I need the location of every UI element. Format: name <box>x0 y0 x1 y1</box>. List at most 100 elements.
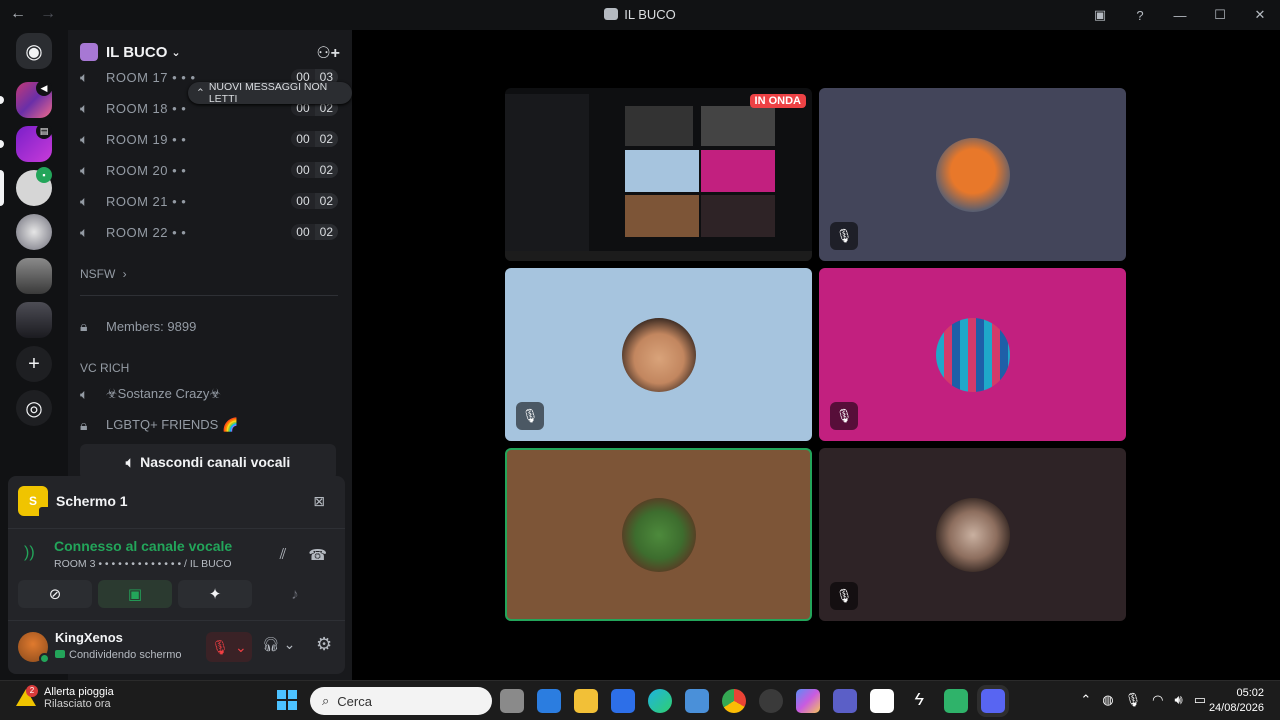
speaker-icon: 🔈︎ <box>80 192 89 209</box>
headphones-icon[interactable]: 🎧︎ ⌄ <box>262 636 295 653</box>
category-nsfw[interactable]: NSFW › <box>80 267 127 281</box>
channel-label: ROOM 20 • • <box>106 162 187 178</box>
signal-strength-icon[interactable]: )) <box>24 544 35 562</box>
voice-channel-room-22[interactable]: 🔈︎ ROOM 22 • • 00 02 <box>80 219 338 245</box>
server-icon-4[interactable] <box>16 214 52 250</box>
weather-widget[interactable]: 2 Allerta pioggia Rilasciato ora <box>16 685 114 710</box>
noise-suppression-icon[interactable]: ⫽ <box>280 546 287 564</box>
participant-tile-6[interactable]: 🎙︎ <box>819 448 1126 621</box>
voice-channel-room-19[interactable]: 🔈︎ ROOM 19 • • 00 02 <box>80 126 338 152</box>
gear-icon[interactable]: ⚙ <box>316 634 332 655</box>
explore-servers-icon[interactable]: ◎ <box>16 390 52 426</box>
add-server-icon[interactable]: + <box>16 346 52 382</box>
speaker-icon: 🔈︎ <box>80 385 89 402</box>
lock-icon: 🔒︎ <box>80 317 88 334</box>
chevron-up-icon[interactable]: ⌃ <box>1080 692 1091 708</box>
help-icon[interactable]: ? <box>1120 8 1160 23</box>
camera-off-button[interactable]: ⊘ <box>18 580 92 608</box>
invite-people-icon[interactable]: ⚇+ <box>316 43 340 63</box>
stream-thumbnail: S <box>18 486 52 520</box>
lightning-app-icon[interactable]: ϟ <box>907 689 931 713</box>
discord-home-icon[interactable]: ◉ <box>16 33 52 69</box>
category-label: VC RICH <box>80 361 130 375</box>
discord-taskbar-icon[interactable] <box>981 689 1005 713</box>
close-button[interactable]: ✕ <box>1240 7 1280 23</box>
chatgpt-icon[interactable] <box>759 689 783 713</box>
speaker-icon: 🔈︎ <box>80 223 89 240</box>
username[interactable]: KingXenos <box>55 630 123 645</box>
stop-stream-icon[interactable]: ⊠ <box>313 493 325 510</box>
participant-tile-3[interactable]: 🎙︎ <box>505 268 812 441</box>
locked-channel-members[interactable]: 🔒︎ Members: 9899 <box>80 313 338 339</box>
taskbar-search[interactable]: ⌕ Cerca <box>310 687 492 715</box>
server-icon-6[interactable] <box>16 302 52 338</box>
stream-tile-screen-share[interactable]: IN ONDA <box>505 88 812 261</box>
participant-avatar <box>621 497 696 572</box>
category-label: NSFW <box>80 267 116 281</box>
search-icon: ⌕ <box>322 693 330 708</box>
lock-icon: 🔒︎ <box>80 416 88 433</box>
user-limit-counter: 00 02 <box>291 224 338 240</box>
dropbox-icon[interactable] <box>611 689 635 713</box>
voice-stage: IN ONDA 🎙︎ 🎙︎ 🎙︎ 🎙︎ <box>352 30 1280 680</box>
chrome-icon[interactable] <box>722 689 746 713</box>
screen-share-button[interactable]: ▣ <box>98 580 172 608</box>
mic-muted-icon: 🎙︎ <box>830 222 858 250</box>
participant-tile-2[interactable]: 🎙︎ <box>819 88 1126 261</box>
battery-icon[interactable]: ▭ <box>1194 692 1206 708</box>
inbox-icon[interactable]: ▣ <box>1080 7 1120 23</box>
participant-tile-speaking[interactable] <box>505 448 812 621</box>
minimize-button[interactable]: — <box>1160 8 1200 23</box>
teams-icon[interactable] <box>833 689 857 713</box>
category-vc-rich[interactable]: VC RICH <box>80 361 129 375</box>
locked-channel-lgbtq[interactable]: 🔒︎ LGBTQ+ FRIENDS 🌈 <box>80 412 338 438</box>
mute-microphone-button[interactable]: 🎙︎ ⌄ <box>206 632 252 662</box>
server-icon-5[interactable] <box>16 258 52 294</box>
mini-sidebar <box>505 94 589 251</box>
participant-tile-4[interactable]: 🎙︎ <box>819 268 1126 441</box>
voice-location-label[interactable]: ROOM 3 • • • • • • • • • • • • • / IL BU… <box>54 558 274 570</box>
voice-status-label[interactable]: Connesso al canale vocale <box>54 538 254 554</box>
windows-taskbar: 2 Allerta pioggia Rilasciato ora ⌕ Cerca… <box>0 680 1280 720</box>
volume-icon[interactable]: 🔊︎ <box>1175 692 1183 708</box>
speaker-icon: 🔈︎ <box>80 99 89 116</box>
user-limit-counter: 00 02 <box>291 193 338 209</box>
task-view-icon[interactable] <box>500 689 524 713</box>
discord-tray-icon[interactable]: ◍ <box>1102 692 1113 708</box>
divider <box>8 528 345 529</box>
user-limit-counter: 00 02 <box>291 131 338 147</box>
stream-preview[interactable]: S Schermo 1 <box>18 486 128 520</box>
new-unread-messages-pill[interactable]: ⌃ NUOVI MESSAGGI NON LETTI <box>188 81 352 105</box>
voice-channel-room-21[interactable]: 🔈︎ ROOM 21 • • 00 02 <box>80 188 338 214</box>
disconnect-icon[interactable]: ☎ <box>308 546 327 564</box>
wifi-icon[interactable]: ◠ <box>1152 692 1163 708</box>
mic-muted-icon: 🎙︎ <box>516 402 544 430</box>
windows-start-icon[interactable] <box>277 690 297 710</box>
edge-icon[interactable] <box>648 689 672 713</box>
outlook-icon[interactable] <box>537 689 561 713</box>
amazon-icon[interactable] <box>870 689 894 713</box>
activities-button[interactable]: ✦ <box>178 580 252 608</box>
server-name: IL BUCO <box>106 43 168 61</box>
window-controls: ▣ ? — ☐ ✕ <box>1080 0 1280 30</box>
maximize-button[interactable]: ☐ <box>1200 7 1240 23</box>
warning-icon: 2 <box>16 685 38 707</box>
count-limit: 02 <box>314 162 338 178</box>
speaker-icon: 🔈︎ <box>80 130 89 147</box>
mini-tile <box>625 106 693 146</box>
voice-channel-sostanze[interactable]: 🔈︎ ☣Sostanze Crazy☣ <box>80 381 338 407</box>
voice-channel-room-20[interactable]: 🔈︎ ROOM 20 • • 00 02 <box>80 157 338 183</box>
hide-voice-channels-button[interactable]: 🔈︎ Nascondi canali vocali <box>80 444 336 480</box>
soundboard-button[interactable]: ♪ <box>258 580 332 608</box>
clock[interactable]: 05:02 24/08/2026 <box>1209 686 1264 716</box>
chevron-down-icon: ⌄ <box>235 638 247 655</box>
participant-avatar <box>935 497 1010 572</box>
app-icon[interactable] <box>944 689 968 713</box>
count-current: 00 <box>291 131 315 147</box>
ms-store-icon[interactable] <box>685 689 709 713</box>
file-explorer-icon[interactable] <box>574 689 598 713</box>
microphone-icon[interactable]: 🎙︎ <box>1125 692 1142 708</box>
mini-tile <box>701 150 775 192</box>
avatar[interactable] <box>18 632 50 664</box>
copilot-icon[interactable] <box>796 689 820 713</box>
